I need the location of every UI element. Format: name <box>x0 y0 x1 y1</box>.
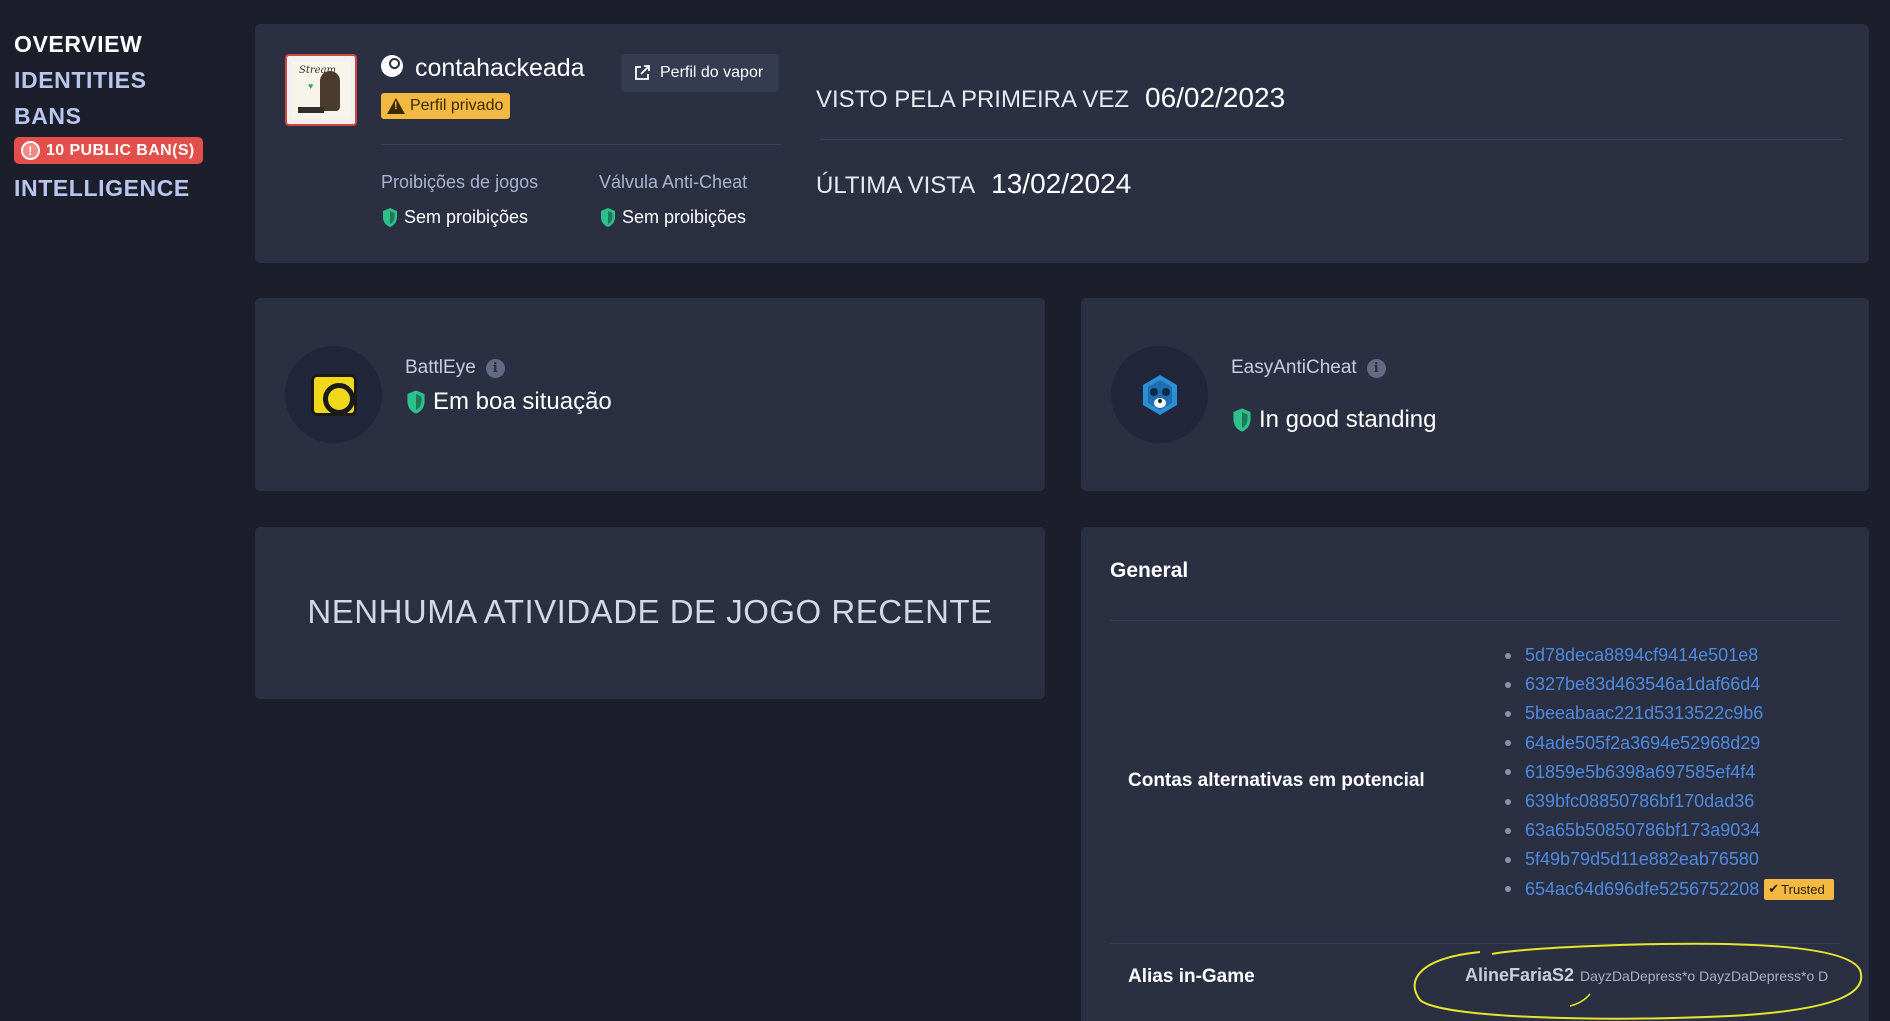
easyanticheat-card: EasyAntiCheat i In good standing <box>1081 298 1869 491</box>
info-icon[interactable]: i <box>1366 358 1386 378</box>
warning-icon <box>387 98 405 114</box>
battleye-card: BattlEye i Em boa situação <box>255 298 1045 491</box>
username: contahackeada <box>415 54 585 82</box>
alt-account-link[interactable]: 5d78deca8894cf9414e501e8 <box>1525 645 1758 666</box>
steam-profile-button[interactable]: Perfil do vapor <box>621 54 779 92</box>
steam-profile-label: Perfil do vapor <box>660 64 764 81</box>
list-item: 64ade505f2a3694e52968d29 <box>1505 729 1834 758</box>
alias-others: DayzDaDepress*o DayzDaDepress*o D <box>1580 968 1829 984</box>
list-item: 5beeabaac221d5313522c9b6 <box>1505 699 1834 728</box>
list-item: 5f49b79d5d11e882eab76580 <box>1505 845 1834 874</box>
general-title: General <box>1110 559 1189 582</box>
page-root: OVERVIEW IDENTITIES BANS ! 10 PUBLIC BAN… <box>0 0 1890 1021</box>
public-bans-count: 10 PUBLIC BAN(S) <box>46 141 195 159</box>
alt-account-link[interactable]: 63a65b50850786bf173a9034 <box>1525 820 1760 841</box>
alt-account-link[interactable]: 654ac64d696dfe5256752208 <box>1525 879 1759 900</box>
shield-check-icon <box>1231 407 1253 433</box>
divider <box>820 139 1842 140</box>
battleye-logo <box>285 346 382 443</box>
list-item: 639bfc08850786bf170dad36 <box>1505 787 1834 816</box>
battleye-name: BattlEye i <box>405 357 505 379</box>
external-link-icon <box>633 64 651 82</box>
list-item: 5d78deca8894cf9414e501e8 <box>1505 641 1834 670</box>
alt-account-link[interactable]: 639bfc08850786bf170dad36 <box>1525 791 1754 812</box>
list-item: 654ac64d696dfe5256752208 ✔ Trusted <box>1505 875 1835 904</box>
list-item: 63a65b50850786bf173a9034 <box>1505 816 1834 845</box>
general-card: General Contas alternativas em potencial… <box>1081 527 1869 1021</box>
game-bans-label: Proibições de jogos <box>381 172 539 192</box>
sidebar-item-intelligence[interactable]: INTELLIGENCE <box>14 170 234 206</box>
alt-account-link[interactable]: 5f49b79d5d11e882eab76580 <box>1525 849 1759 870</box>
battleye-status: Em boa situação <box>405 388 612 416</box>
alias-primary: AlineFariaS2 <box>1465 965 1575 985</box>
alt-account-link[interactable]: 61859e5b6398a697585ef4f4 <box>1525 762 1755 783</box>
game-bans-status: Sem proibições <box>381 207 538 228</box>
sidebar-item-overview[interactable]: OVERVIEW <box>14 26 234 62</box>
sidebar: OVERVIEW IDENTITIES BANS ! 10 PUBLIC BAN… <box>14 26 234 206</box>
first-seen-label: VISTO PELA PRIMEIRA VEZ <box>816 86 1129 113</box>
shield-check-icon <box>405 389 427 415</box>
no-activity-message: NENHUMA ATIVIDADE DE JOGO RECENTE <box>307 593 993 630</box>
private-profile-label: Perfil privado <box>410 97 504 114</box>
easyanticheat-name: EasyAntiCheat i <box>1231 357 1386 379</box>
alt-accounts-label: Contas alternativas em potencial <box>1128 770 1425 791</box>
divider <box>1110 620 1840 621</box>
profile-card: Stream ♥ contahackeada Perfil privado Pe… <box>255 24 1869 263</box>
divider <box>1110 943 1840 944</box>
vac-bans-block: Válvula Anti-Cheat Sem proibições <box>599 172 747 228</box>
alert-icon: ! <box>21 141 40 160</box>
last-seen: ÚLTIMA VISTA 13/02/2024 <box>816 168 1131 200</box>
check-icon: ✔ <box>1768 881 1780 897</box>
easyanticheat-status: In good standing <box>1231 406 1436 434</box>
game-bans-block: Proibições de jogos Sem proibições <box>381 172 538 228</box>
info-icon[interactable]: i <box>485 358 505 378</box>
alt-account-link[interactable]: 6327be83d463546a1daf66d4 <box>1525 674 1760 695</box>
list-item: 6327be83d463546a1daf66d4 <box>1505 670 1834 699</box>
sidebar-item-identities[interactable]: IDENTITIES <box>14 62 234 98</box>
shield-check-icon <box>599 207 617 228</box>
steam-icon <box>381 55 403 77</box>
alt-accounts-list: 5d78deca8894cf9414e501e8 6327be83d463546… <box>1505 641 1835 904</box>
easyanticheat-logo <box>1111 346 1208 443</box>
alt-account-link[interactable]: 5beeabaac221d5313522c9b6 <box>1525 703 1763 724</box>
alias-label: Alias in-Game <box>1128 966 1255 987</box>
sidebar-item-bans[interactable]: BANS <box>14 98 234 134</box>
shield-check-icon <box>381 207 399 228</box>
private-profile-badge: Perfil privado <box>381 93 511 119</box>
public-bans-badge: ! 10 PUBLIC BAN(S) <box>14 137 203 164</box>
recent-activity-card: NENHUMA ATIVIDADE DE JOGO RECENTE <box>255 527 1045 699</box>
avatar: Stream ♥ <box>285 54 357 126</box>
first-seen-date: 06/02/2023 <box>1145 82 1286 113</box>
alias-values: AlineFariaS2 DayzDaDepress*o DayzDaDepre… <box>1465 965 1838 986</box>
alt-account-link[interactable]: 64ade505f2a3694e52968d29 <box>1525 733 1760 754</box>
trusted-badge: ✔ Trusted <box>1764 878 1835 900</box>
vac-label: Válvula Anti-Cheat <box>599 172 748 192</box>
last-seen-label: ÚLTIMA VISTA <box>816 172 976 199</box>
divider <box>381 144 781 145</box>
last-seen-date: 13/02/2024 <box>991 168 1132 199</box>
list-item: 61859e5b6398a697585ef4f4 <box>1505 758 1834 787</box>
vac-status: Sem proibições <box>599 207 747 228</box>
first-seen: VISTO PELA PRIMEIRA VEZ 06/02/2023 <box>816 82 1285 114</box>
